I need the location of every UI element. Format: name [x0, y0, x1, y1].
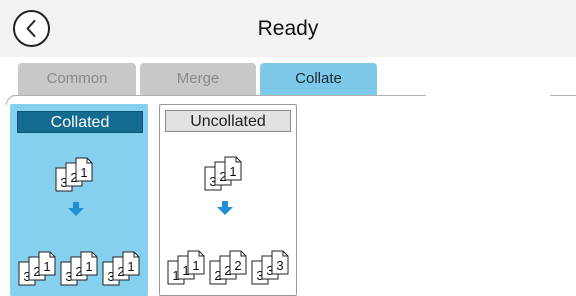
output-set-icon: 321 — [60, 251, 98, 286]
page-sheet: 1 — [122, 251, 140, 276]
screen: Ready Common Merge Collate Collated 321 … — [0, 0, 576, 296]
page-number: 2 — [234, 258, 241, 273]
page-sheet: 1 — [224, 156, 242, 181]
back-button[interactable] — [13, 10, 50, 47]
header-bar: Ready — [0, 0, 576, 57]
input-pages-icon: 321 — [55, 157, 93, 192]
uncollated-option[interactable]: Uncollated 321 111 222 333 — [159, 104, 297, 296]
tab-collate[interactable]: Collate — [260, 63, 377, 95]
down-arrow-icon — [68, 202, 84, 216]
collated-option[interactable]: Collated 321 321 321 321 — [10, 104, 148, 296]
output-set-icon: 321 — [102, 251, 140, 286]
page-sheet: 1 — [38, 251, 56, 276]
output-set-icon: 333 — [251, 250, 289, 285]
page-number: 1 — [192, 258, 199, 273]
page-number: 1 — [229, 164, 236, 179]
page-number: 1 — [127, 259, 134, 274]
input-pages-icon: 321 — [204, 156, 242, 191]
tab-common[interactable]: Common — [18, 63, 136, 95]
page-sheet: 1 — [80, 251, 98, 276]
tab-merge[interactable]: Merge — [140, 63, 256, 95]
output-set-icon: 222 — [209, 250, 247, 285]
back-chevron-icon — [26, 20, 36, 37]
down-arrow-icon — [217, 201, 233, 215]
page-number: 1 — [80, 165, 87, 180]
page-number: 1 — [85, 259, 92, 274]
page-number: 3 — [276, 258, 283, 273]
collated-illustration: 321 321 321 321 — [18, 157, 140, 286]
page-title: Ready — [257, 17, 319, 40]
page-sheet: 2 — [229, 250, 247, 275]
output-set-icon: 321 — [18, 251, 56, 286]
page-sheet: 1 — [75, 157, 93, 182]
output-set-icon: 111 — [167, 250, 205, 285]
page-sheet: 3 — [271, 250, 289, 275]
tab-divider — [12, 95, 426, 96]
page-sheet: 1 — [187, 250, 205, 275]
page-number: 1 — [43, 259, 50, 274]
tab-divider-right — [550, 95, 576, 96]
uncollated-illustration: 321 111 222 333 — [167, 156, 289, 285]
